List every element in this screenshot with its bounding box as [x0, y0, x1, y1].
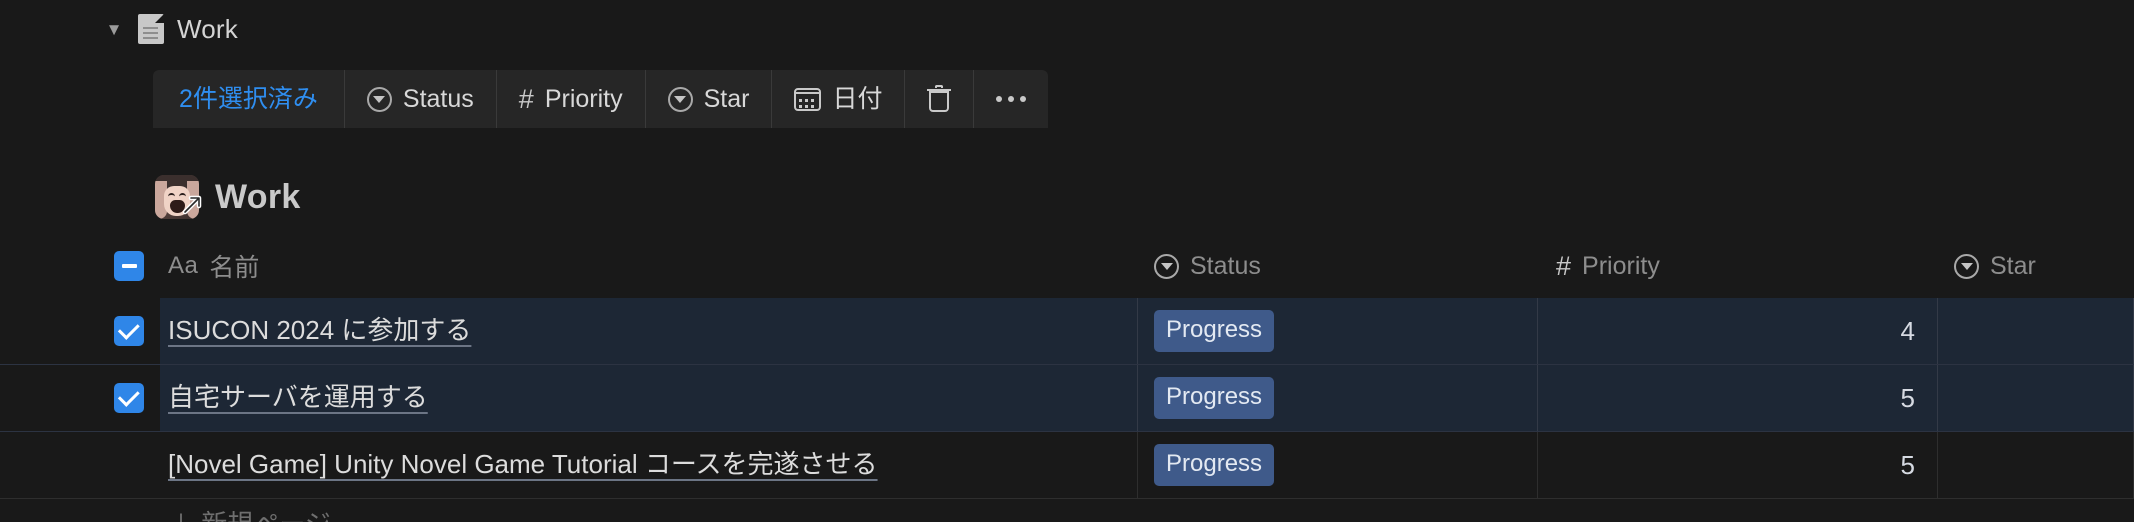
page-header: Work: [155, 170, 301, 224]
row-checkbox[interactable]: [114, 383, 144, 413]
toolbar-button-star-label: Star: [703, 84, 750, 113]
breadcrumb-title[interactable]: Work: [177, 14, 238, 44]
column-header-name[interactable]: Aa 名前: [160, 234, 1138, 298]
toolbar-button-date-label: 日付: [832, 84, 883, 113]
document-icon: [138, 14, 164, 44]
toolbar-button-priority-label: Priority: [544, 84, 623, 113]
hash-icon: #: [518, 83, 534, 114]
cell-name[interactable]: [Novel Game] Unity Novel Game Tutorial コ…: [160, 432, 1138, 498]
column-header-status[interactable]: Status: [1138, 234, 1538, 298]
column-header-star[interactable]: Star: [1938, 234, 2134, 298]
calendar-icon: [794, 87, 822, 111]
column-header-priority[interactable]: # Priority: [1538, 234, 1938, 298]
chevron-down-icon[interactable]: ▼: [103, 18, 125, 40]
toolbar-button-date[interactable]: 日付: [772, 70, 906, 128]
cell-priority[interactable]: 5: [1538, 365, 1938, 431]
priority-value: 5: [1900, 449, 1915, 480]
circle-caret-down-icon: [667, 86, 693, 112]
cell-star[interactable]: [1938, 298, 2134, 364]
priority-value: 4: [1900, 315, 1915, 346]
more-horizontal-icon: [996, 96, 1027, 102]
circle-caret-down-icon: [1154, 253, 1179, 279]
cell-star[interactable]: [1938, 365, 2134, 431]
anime-avatar-icon: [155, 175, 199, 219]
cell-status[interactable]: Progress: [1138, 432, 1538, 498]
status-badge[interactable]: Progress: [1154, 310, 1275, 352]
cell-star[interactable]: [1938, 432, 2134, 498]
new-page-row[interactable]: ＋ 新規ページ: [0, 500, 2134, 522]
row-checkbox[interactable]: [114, 450, 144, 480]
priority-value: 5: [1900, 382, 1915, 413]
toolbar-button-more[interactable]: [974, 70, 1048, 128]
page-title: Work: [215, 178, 301, 216]
cell-name[interactable]: 自宅サーバを運用する: [160, 365, 1138, 431]
toolbar-button-star[interactable]: Star: [646, 70, 773, 128]
select-all-cell: [0, 234, 160, 298]
column-header-priority-label: Priority: [1582, 251, 1660, 280]
cell-name[interactable]: ISUCON 2024 に参加する: [160, 298, 1138, 364]
table-row[interactable]: [Novel Game] Unity Novel Game Tutorial コ…: [0, 432, 2134, 499]
row-title-link[interactable]: ISUCON 2024 に参加する: [168, 315, 471, 346]
row-select-cell: [0, 365, 160, 431]
toolbar-button-delete[interactable]: [905, 70, 975, 128]
toolbar-button-status[interactable]: Status: [345, 70, 497, 128]
column-header-star-label: Star: [1990, 251, 2036, 280]
column-header-status-label: Status: [1190, 251, 1261, 280]
cell-priority[interactable]: 4: [1538, 298, 1938, 364]
hash-icon: #: [1556, 250, 1572, 281]
row-select-cell: [0, 432, 160, 498]
row-checkbox[interactable]: [114, 316, 144, 346]
trash-icon: [927, 85, 952, 112]
notion-database-view: ▼ Work 2件選択済み Status # Priority Star 日付 …: [0, 0, 2134, 522]
breadcrumb: ▼ Work: [103, 9, 238, 49]
row-title-link[interactable]: 自宅サーバを運用する: [168, 382, 428, 413]
table-header-row: Aa 名前 Status # Priority Star: [0, 234, 2134, 298]
status-badge[interactable]: Progress: [1154, 377, 1275, 419]
select-all-checkbox[interactable]: [114, 251, 144, 281]
cell-status[interactable]: Progress: [1138, 365, 1538, 431]
table-row[interactable]: 自宅サーバを運用する Progress 5: [0, 365, 2134, 432]
cell-status[interactable]: Progress: [1138, 298, 1538, 364]
column-header-name-label: 名前: [209, 254, 260, 282]
table-row[interactable]: ISUCON 2024 に参加する Progress 4: [0, 298, 2134, 365]
new-page-label: ＋ 新規ページ: [168, 504, 331, 522]
circle-caret-down-icon: [366, 86, 392, 112]
selection-toolbar: 2件選択済み Status # Priority Star 日付: [153, 70, 1049, 128]
database-table: Aa 名前 Status # Priority Star ISUCON 2024…: [0, 234, 2134, 499]
status-badge[interactable]: Progress: [1154, 444, 1275, 486]
row-select-cell: [0, 298, 160, 364]
selected-count-label: 2件選択済み: [179, 84, 318, 113]
row-title-link[interactable]: [Novel Game] Unity Novel Game Tutorial コ…: [168, 449, 878, 480]
aa-icon: Aa: [168, 252, 199, 279]
circle-caret-down-icon: [1954, 253, 1979, 279]
toolbar-button-status-label: Status: [402, 84, 474, 113]
selected-count-button[interactable]: 2件選択済み: [153, 70, 345, 128]
cell-priority[interactable]: 5: [1538, 432, 1938, 498]
toolbar-button-priority[interactable]: # Priority: [497, 70, 646, 128]
